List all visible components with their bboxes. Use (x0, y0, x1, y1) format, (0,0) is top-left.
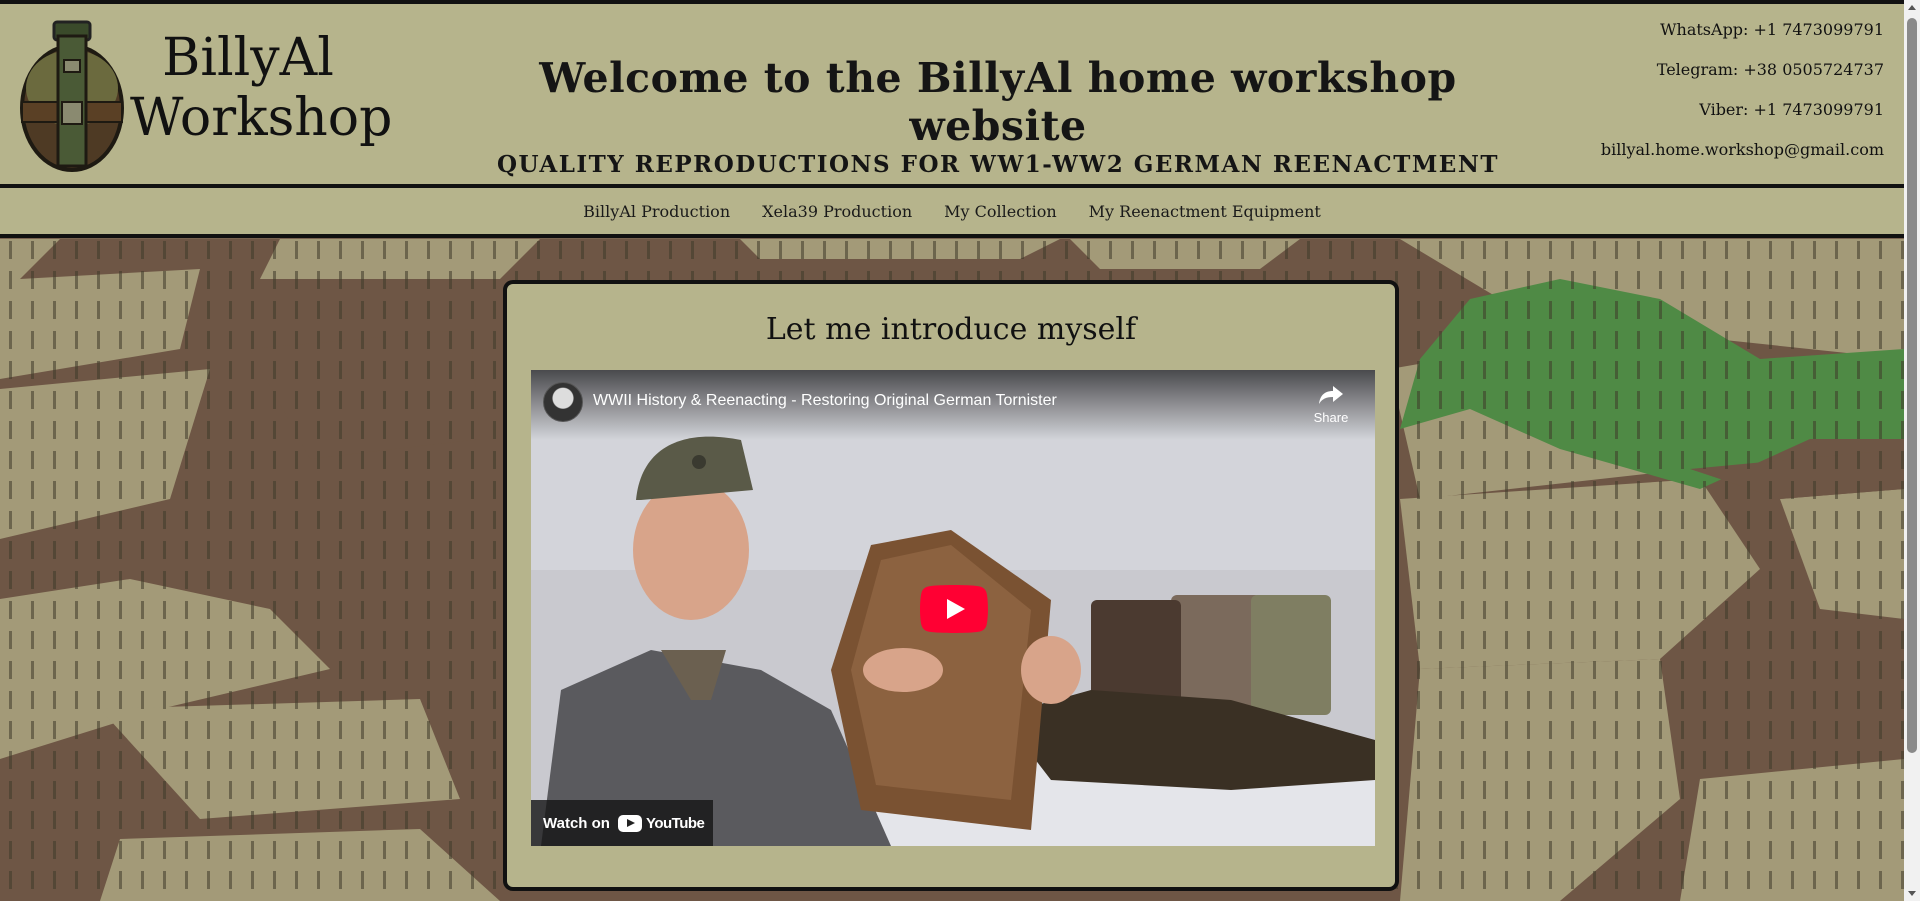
scroll-down-icon[interactable] (1908, 891, 1916, 896)
youtube-video-embed[interactable]: WWII History & Reenacting - Restoring Or… (531, 370, 1375, 846)
nav-my-collection[interactable]: My Collection (944, 202, 1057, 221)
intro-card: Let me introduce myself WWII History & R… (503, 280, 1399, 891)
site-brand[interactable]: BillyAl Workshop (130, 28, 393, 148)
nav-billyal-production[interactable]: BillyAl Production (583, 202, 730, 221)
nav-my-reenactment-equipment[interactable]: My Reenactment Equipment (1089, 202, 1321, 221)
watch-on-youtube-button[interactable]: Watch on YouTube (531, 800, 713, 846)
youtube-mark-icon (617, 814, 642, 832)
youtube-label: YouTube (645, 814, 705, 832)
youtube-logo-icon: YouTube (617, 814, 705, 832)
scroll-thumb[interactable] (1907, 18, 1917, 753)
scroll-up-icon[interactable] (1908, 5, 1916, 10)
channel-avatar[interactable] (543, 382, 583, 422)
intro-title: Let me introduce myself (765, 312, 1137, 347)
canteen-logo-icon[interactable] (20, 20, 124, 172)
page-scrollbar[interactable] (1904, 0, 1920, 901)
site-header: BillyAl Workshop Welcome to the BillyAl … (0, 4, 1904, 188)
site-headline-block: Welcome to the BillyAl home workshop web… (468, 54, 1528, 180)
telegram-contact: Telegram: +38 0505724737 (1656, 60, 1884, 79)
email-contact: billyal.home.workshop@gmail.com (1600, 140, 1884, 159)
main-nav: BillyAl Production Xela39 Production My … (0, 188, 1904, 238)
watch-on-label: Watch on (543, 814, 610, 832)
brand-line-2: Workshop (130, 88, 393, 148)
site-subheadline: QUALITY REPRODUCTIONS FOR WW1-WW2 GERMAN… (497, 151, 1499, 178)
whatsapp-contact: WhatsApp: +1 7473099791 (1660, 20, 1884, 39)
video-title[interactable]: WWII History & Reenacting - Restoring Or… (593, 392, 1057, 410)
share-arrow-icon (1319, 386, 1343, 404)
brand-line-1: BillyAl (162, 28, 334, 88)
contact-info: WhatsApp: +1 7473099791 Telegram: +38 05… (1601, 18, 1884, 178)
nav-xela39-production[interactable]: Xela39 Production (762, 202, 912, 221)
site-headline: Welcome to the BillyAl home workshop web… (539, 54, 1457, 150)
viber-contact: Viber: +1 7473099791 (1699, 100, 1884, 119)
play-button[interactable] (920, 585, 988, 633)
play-icon (920, 585, 988, 633)
share-button[interactable]: Share (1311, 384, 1351, 425)
share-label: Share (1313, 410, 1349, 425)
